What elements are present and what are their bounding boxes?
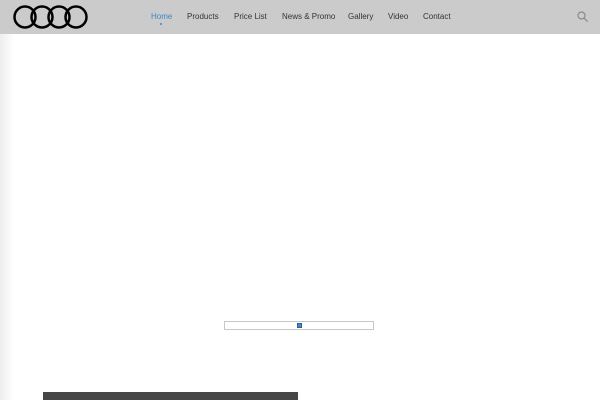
four-rings-logo-icon[interactable]: [12, 4, 88, 30]
nav-gallery[interactable]: Gallery: [348, 12, 373, 22]
slider-control-bar[interactable]: [224, 321, 374, 330]
left-shadow-edge: [0, 34, 14, 400]
nav-products[interactable]: Products: [187, 12, 219, 22]
site-header: Home Products Price List News & Promo Ga…: [0, 0, 600, 34]
page: Home Products Price List News & Promo Ga…: [0, 0, 600, 400]
slider-handle-icon[interactable]: [297, 323, 302, 328]
search-icon[interactable]: [577, 11, 588, 22]
nav-home[interactable]: Home: [151, 12, 172, 22]
nav-contact[interactable]: Contact: [423, 12, 451, 22]
nav-news-promo[interactable]: News & Promo: [282, 12, 335, 22]
nav-video[interactable]: Video: [388, 12, 408, 22]
nav-price-list[interactable]: Price List: [234, 12, 267, 22]
active-nav-indicator: [160, 23, 162, 25]
dark-content-panel: [43, 392, 298, 400]
